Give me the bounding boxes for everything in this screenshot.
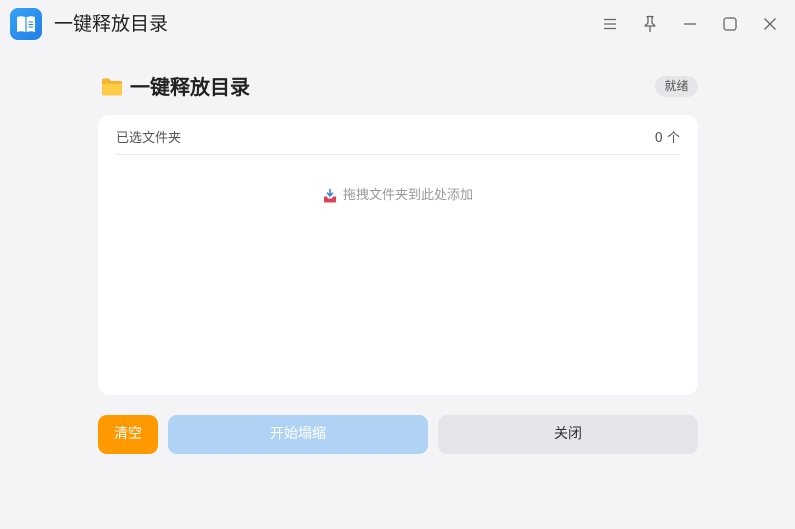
- minimize-icon[interactable]: [678, 12, 702, 36]
- close-icon[interactable]: [758, 12, 782, 36]
- maximize-icon[interactable]: [718, 12, 742, 36]
- selected-folders-label: 已选文件夹: [116, 131, 182, 146]
- drop-hint: 拖拽文件夹到此处添加: [98, 187, 698, 204]
- folder-count: 0 个: [654, 131, 680, 146]
- pin-icon[interactable]: [638, 12, 662, 36]
- title-bar: 一键释放目录: [0, 0, 795, 48]
- clear-button[interactable]: 清空: [98, 415, 158, 454]
- status-badge: 就绪: [655, 76, 698, 97]
- close-button[interactable]: 关闭: [438, 415, 698, 454]
- divider: [116, 154, 680, 155]
- folder-drop-panel[interactable]: 已选文件夹 0 个 拖拽文件夹到此处添加: [98, 115, 698, 395]
- folder-icon: [101, 77, 123, 97]
- page-title: 一键释放目录: [130, 75, 250, 99]
- window-title: 一键释放目录: [54, 13, 169, 35]
- inbox-tray-icon: [323, 188, 336, 202]
- start-collapse-button[interactable]: 开始塌缩: [168, 415, 428, 454]
- menu-icon[interactable]: [598, 12, 622, 36]
- book-icon: [10, 8, 42, 40]
- drop-hint-text: 拖拽文件夹到此处添加: [342, 188, 473, 203]
